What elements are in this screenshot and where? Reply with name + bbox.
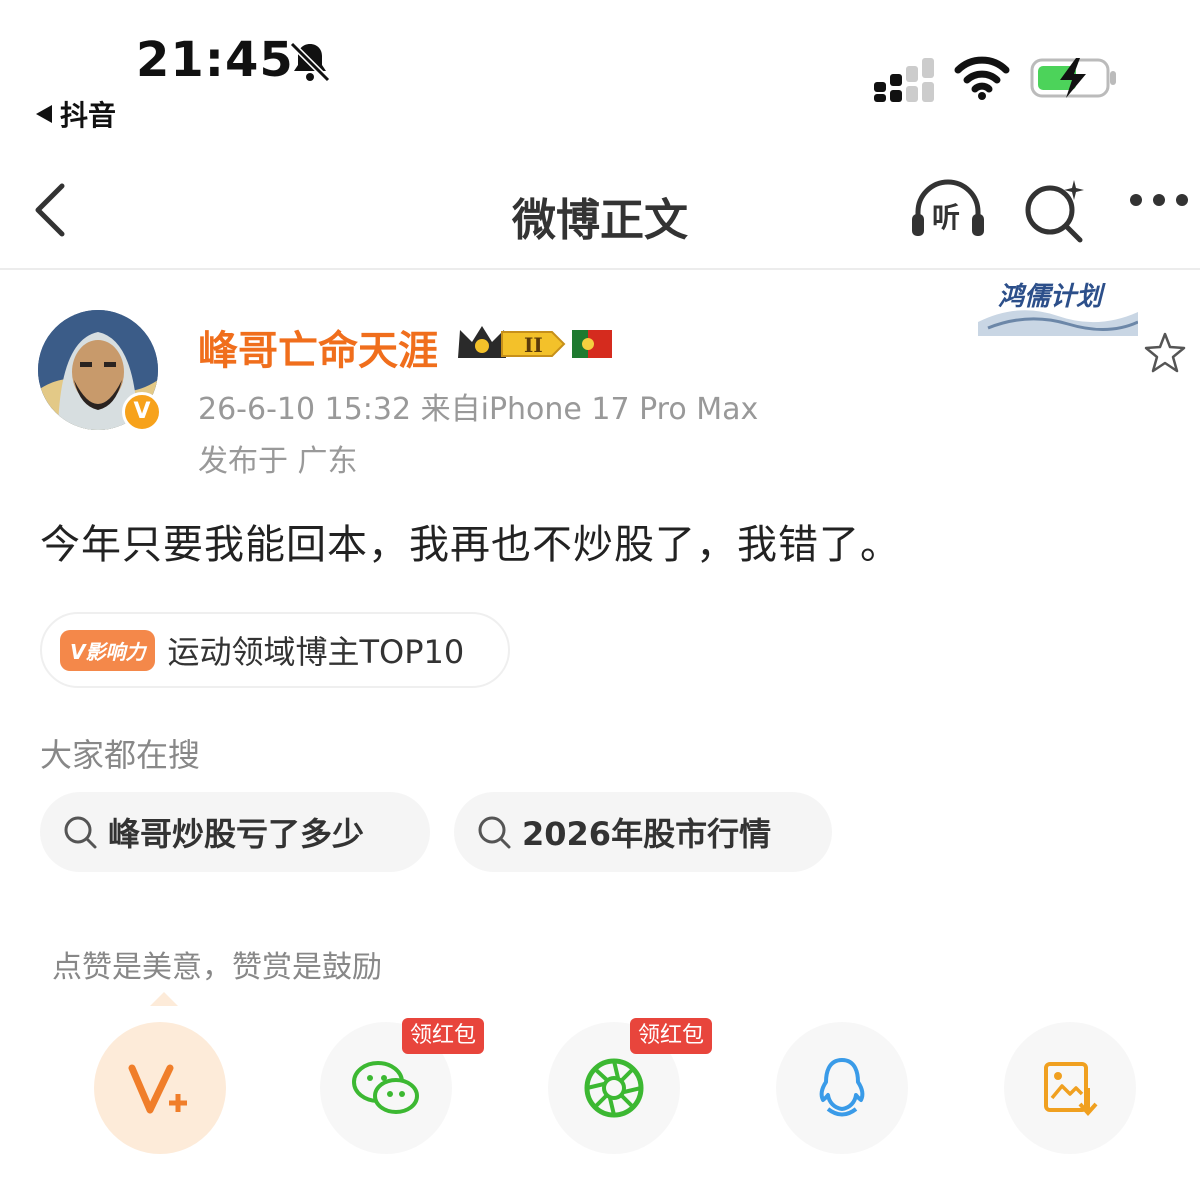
- back-triangle-icon: [36, 105, 52, 123]
- hint-pointer: [150, 992, 178, 1006]
- search-chip-2[interactable]: 2026年股市行情: [454, 792, 832, 872]
- author-name[interactable]: 峰哥亡命天涯: [198, 318, 438, 376]
- trending-search-heading: 大家都在搜: [40, 736, 201, 774]
- wechat-icon: [352, 1061, 419, 1114]
- wifi-icon: [954, 56, 1010, 100]
- save-image-button[interactable]: [1004, 1022, 1136, 1154]
- back-to-app-button[interactable]: 抖音: [36, 94, 116, 134]
- post-text: 今年只要我能回本，我再也不炒股了，我错了。: [40, 522, 901, 568]
- reward-hint: 点赞是美意，赞赏是鼓励: [52, 950, 382, 985]
- reward-button[interactable]: [94, 1022, 226, 1154]
- red-packet-tag: 领红包: [402, 1018, 485, 1054]
- moments-icon: [584, 1058, 644, 1118]
- save-image-icon: [1044, 1062, 1098, 1117]
- bell-muted-icon: [289, 41, 331, 83]
- search-chip-1[interactable]: 峰哥炒股亏了多少: [40, 792, 430, 872]
- influence-text: 运动领域博主TOP10: [167, 633, 465, 671]
- cellular-signal-icon: [874, 58, 934, 102]
- post-timestamp-source: 26-6-10 15:32 来自iPhone 17 Pro Max: [198, 392, 759, 427]
- plan-badge-label: 鸿儒计划: [998, 282, 1103, 312]
- navigation-bar: 微博正文 听: [0, 150, 1200, 270]
- verified-badge-icon: V: [122, 392, 162, 432]
- search-icon: [64, 816, 97, 849]
- influence-tag[interactable]: V影响力 运动领域博主TOP10: [40, 612, 510, 688]
- battery-charging-icon: [1030, 58, 1116, 98]
- influence-badge: V影响力: [60, 629, 156, 671]
- share-qq-button[interactable]: [776, 1022, 908, 1154]
- status-time: 21:45: [136, 32, 294, 88]
- more-options-icon[interactable]: [1128, 192, 1190, 208]
- red-packet-tag: 领红包: [630, 1018, 713, 1054]
- favorite-star-icon[interactable]: [1142, 330, 1188, 376]
- search-chip-label: 2026年股市行情: [522, 815, 772, 853]
- search-sparkle-icon[interactable]: [1022, 178, 1088, 244]
- post-location: 发布于 广东: [198, 444, 358, 479]
- crown-member-badge-icon[interactable]: II: [456, 322, 566, 366]
- qq-icon: [819, 1058, 865, 1117]
- search-icon: [478, 816, 511, 849]
- search-chip-label: 峰哥炒股亏了多少: [108, 815, 365, 853]
- back-app-label: 抖音: [60, 99, 117, 132]
- reward-v-plus-icon: [128, 1064, 187, 1114]
- page-title: 微博正文: [512, 195, 688, 246]
- portugal-flag-icon: [572, 330, 612, 358]
- listen-label: 听: [932, 201, 961, 234]
- member-level-text: II: [524, 333, 543, 357]
- listen-button[interactable]: 听: [908, 178, 988, 242]
